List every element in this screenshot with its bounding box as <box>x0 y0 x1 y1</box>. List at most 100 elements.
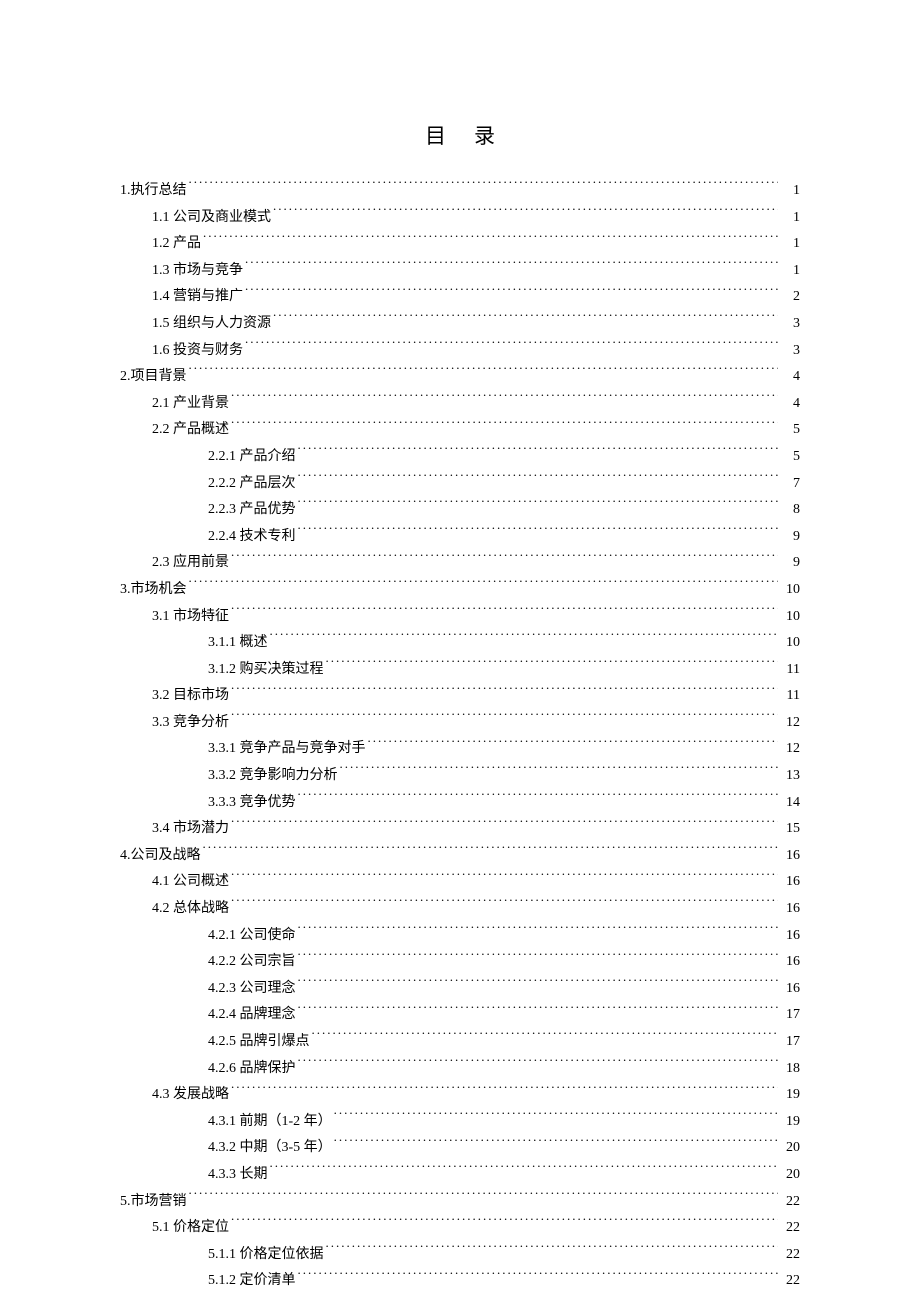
toc-entry-page: 10 <box>780 604 800 631</box>
toc-entry: 1.1 公司及商业模式 1 <box>120 205 800 232</box>
toc-entry-label: 1.执行总结 <box>120 178 187 205</box>
toc-entry-page: 4 <box>780 391 800 418</box>
toc-leader-dots <box>231 393 778 407</box>
toc-leader-dots <box>231 1084 778 1098</box>
toc-entry-page: 16 <box>780 869 800 896</box>
toc-entry-page: 11 <box>780 657 800 684</box>
toc-entry-page: 1 <box>780 205 800 232</box>
toc-entry: 3.3.3 竞争优势14 <box>120 790 800 817</box>
toc-entry-label: 5.市场营销 <box>120 1189 187 1216</box>
toc-entry-label: 4.2.2 公司宗旨 <box>208 949 296 976</box>
toc-leader-dots <box>326 659 779 673</box>
toc-entry-label: 1.6 投资与财务 <box>152 338 243 365</box>
toc-entry: 2.2 产品概述5 <box>120 417 800 444</box>
toc-entry: 1.4 营销与推广2 <box>120 284 800 311</box>
toc-entry-label: 1.2 产品 <box>152 231 201 258</box>
toc-leader-dots <box>231 898 778 912</box>
toc-entry-page: 16 <box>780 949 800 976</box>
toc-entry: 5.1 价格定位 22 <box>120 1215 800 1242</box>
toc-entry-page: 5 <box>780 444 800 471</box>
toc-entry-label: 4.3.2 中期（3-5 年） <box>208 1135 332 1162</box>
toc-entry-label: 4.2.1 公司使命 <box>208 923 296 950</box>
toc-entry-page: 9 <box>780 524 800 551</box>
toc-entry: 5.市场营销22 <box>120 1189 800 1216</box>
toc-entry: 3.1.2 购买决策过程 11 <box>120 657 800 684</box>
toc-entry: 4.2.4 品牌理念17 <box>120 1002 800 1029</box>
toc-entry-label: 3.3.1 竞争产品与竞争对手 <box>208 736 366 763</box>
toc-leader-dots <box>298 499 779 513</box>
toc-entry-label: 4.2 总体战略 <box>152 896 229 923</box>
toc-entry-page: 22 <box>780 1268 800 1295</box>
toc-entry: 3.市场机会 10 <box>120 577 800 604</box>
toc-entry-page: 3 <box>780 311 800 338</box>
toc-entry: 4.3 发展战略19 <box>120 1082 800 1109</box>
toc-leader-dots <box>189 366 779 380</box>
toc-entry-page: 1 <box>780 231 800 258</box>
toc-entry-page: 19 <box>780 1082 800 1109</box>
toc-entry-page: 10 <box>780 630 800 657</box>
toc-entry-label: 2.1 产业背景 <box>152 391 229 418</box>
toc-entry-page: 16 <box>780 923 800 950</box>
toc-leader-dots <box>334 1111 778 1125</box>
toc-leader-dots <box>298 1004 779 1018</box>
toc-entry-label: 3.1.2 购买决策过程 <box>208 657 324 684</box>
toc-entry-label: 1.1 公司及商业模式 <box>152 205 271 232</box>
toc-entry: 1.执行总结 1 <box>120 178 800 205</box>
toc-entry-page: 8 <box>780 497 800 524</box>
toc-entry: 4.2.3 公司理念16 <box>120 976 800 1003</box>
toc-entry-label: 3.1 市场特征 <box>152 604 229 631</box>
toc-entry: 4.1 公司概述16 <box>120 869 800 896</box>
toc-entry-label: 3.3 竞争分析 <box>152 710 229 737</box>
toc-leader-dots <box>368 738 779 752</box>
toc-leader-dots <box>189 1191 779 1205</box>
toc-leader-dots <box>231 1217 778 1231</box>
toc-entry-page: 12 <box>780 736 800 763</box>
toc-entry-label: 4.2.5 品牌引爆点 <box>208 1029 310 1056</box>
toc-entry-label: 3.3.2 竞争影响力分析 <box>208 763 338 790</box>
toc-leader-dots <box>298 526 779 540</box>
toc-entry: 3.2 目标市场 11 <box>120 683 800 710</box>
toc-entry-page: 20 <box>780 1135 800 1162</box>
toc-entry-label: 2.3 应用前景 <box>152 550 229 577</box>
toc-entry-label: 3.4 市场潜力 <box>152 816 229 843</box>
toc-entry-page: 16 <box>780 976 800 1003</box>
toc-entry-label: 3.2 目标市场 <box>152 683 229 710</box>
toc-entry-label: 1.3 市场与竞争 <box>152 258 243 285</box>
toc-entry-page: 19 <box>780 1109 800 1136</box>
toc-entry-page: 1 <box>780 178 800 205</box>
toc-entry-page: 12 <box>780 710 800 737</box>
toc-entry: 4.2.1 公司使命 16 <box>120 923 800 950</box>
toc-leader-dots <box>231 818 778 832</box>
toc-entry: 4.3.2 中期（3-5 年） 20 <box>120 1135 800 1162</box>
toc-leader-dots <box>298 978 779 992</box>
toc-leader-dots <box>231 685 778 699</box>
toc-leader-dots <box>203 845 779 859</box>
toc-leader-dots <box>270 632 779 646</box>
toc-entry: 1.2 产品 1 <box>120 231 800 258</box>
toc-entry-page: 22 <box>780 1215 800 1242</box>
toc-entry: 2.3 应用前景9 <box>120 550 800 577</box>
toc-entry: 4.2.6 品牌保护18 <box>120 1056 800 1083</box>
toc-entry-label: 4.2.6 品牌保护 <box>208 1056 296 1083</box>
toc-entry-page: 10 <box>780 577 800 604</box>
toc-leader-dots <box>298 951 779 965</box>
toc-entry-label: 5.1.1 价格定位依据 <box>208 1242 324 1269</box>
toc-leader-dots <box>298 1270 779 1284</box>
toc-entry: 2.2.1 产品介绍5 <box>120 444 800 471</box>
toc-entry: 2.2.2 产品层次7 <box>120 471 800 498</box>
toc-leader-dots <box>298 1058 779 1072</box>
toc-entry-page: 15 <box>780 816 800 843</box>
toc-leader-dots <box>312 1031 779 1045</box>
toc-list: 1.执行总结11.1 公司及商业模式11.2 产品11.3 市场与竞争11.4 … <box>120 178 800 1295</box>
toc-leader-dots <box>298 446 779 460</box>
toc-leader-dots <box>273 207 778 221</box>
toc-entry-label: 3.市场机会 <box>120 577 187 604</box>
toc-entry-page: 11 <box>780 683 800 710</box>
toc-leader-dots <box>298 792 779 806</box>
toc-entry: 2.项目背景4 <box>120 364 800 391</box>
toc-entry-label: 2.2 产品概述 <box>152 417 229 444</box>
toc-entry-label: 5.1 价格定位 <box>152 1215 229 1242</box>
toc-leader-dots <box>231 552 778 566</box>
toc-leader-dots <box>340 765 779 779</box>
toc-entry-page: 1 <box>780 258 800 285</box>
